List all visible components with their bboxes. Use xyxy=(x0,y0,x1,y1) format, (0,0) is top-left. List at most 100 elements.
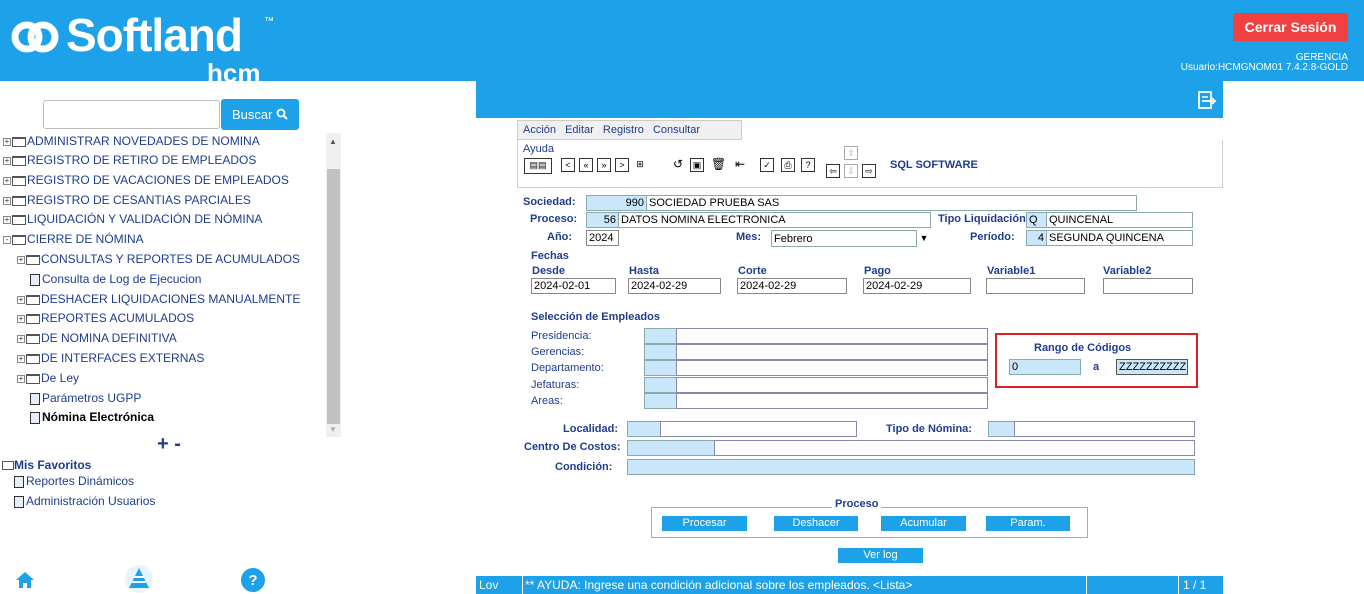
expand-collapse-controls[interactable]: + - xyxy=(157,433,181,456)
prev-icon[interactable]: < xyxy=(561,158,575,172)
expand-icon[interactable]: + xyxy=(17,334,25,343)
nav-left-icon[interactable]: ⇦ xyxy=(826,164,840,178)
query-icon[interactable]: ▤▤ xyxy=(524,158,552,174)
pago-field[interactable]: 2024-02-29 xyxy=(863,278,971,294)
scroll-thumb[interactable] xyxy=(327,169,340,424)
expand-icon[interactable]: + xyxy=(3,215,11,224)
nav-right-icon[interactable]: ⇨ xyxy=(862,164,876,178)
tree-item[interactable]: + ADMINISTRAR NOVEDADES DE NOMINA xyxy=(3,133,260,149)
search-input[interactable] xyxy=(43,100,220,129)
help-icon[interactable]: ? xyxy=(240,567,266,593)
ver-log-button[interactable]: Ver log xyxy=(838,548,923,563)
tree-item[interactable]: + De Ley xyxy=(17,370,79,386)
deshacer-button[interactable]: Deshacer xyxy=(774,516,858,531)
scroll-down-icon[interactable]: ▼ xyxy=(329,425,337,434)
gerencias-label: Gerencias: xyxy=(531,346,585,358)
variable2-field[interactable] xyxy=(1103,278,1193,294)
tree-item[interactable]: + CONSULTAS Y REPORTES DE ACUMULADOS xyxy=(17,251,300,267)
expand-icon[interactable]: + xyxy=(17,295,25,304)
exit-icon[interactable] xyxy=(1197,90,1217,110)
departamento-label: Departamento: xyxy=(531,362,604,374)
tree-item-label: DE NOMINA DEFINITIVA xyxy=(41,331,177,345)
tipo-liquidacion-code-field[interactable]: Q xyxy=(1026,212,1047,228)
tree-scrollbar[interactable]: ▲ ▼ xyxy=(326,133,341,437)
tree-item-label: REGISTRO DE CESANTIAS PARCIALES xyxy=(27,193,251,207)
nav-up-icon[interactable]: ⇧ xyxy=(844,146,858,160)
hasta-field[interactable]: 2024-02-29 xyxy=(628,278,721,294)
delete-icon[interactable]: 🗑 xyxy=(711,158,726,172)
areas-code-field[interactable] xyxy=(644,393,677,409)
rango-from-field[interactable]: 0 xyxy=(1009,359,1081,375)
scroll-up-icon[interactable]: ▲ xyxy=(329,137,337,146)
favorite-item[interactable]: Administración Usuarios xyxy=(14,494,155,508)
rango-to-field[interactable]: ZZZZZZZZZZ xyxy=(1116,359,1188,375)
chevron-down-icon[interactable]: ▼ xyxy=(917,230,931,246)
expand-icon[interactable]: + xyxy=(3,156,11,165)
sociedad-code-field[interactable]: 990 xyxy=(586,195,647,211)
expand-icon[interactable]: + xyxy=(17,354,25,363)
rango-a-label: a xyxy=(1093,361,1100,373)
tree-item[interactable]: + REPORTES ACUMULADOS xyxy=(17,310,194,326)
condicion-field[interactable] xyxy=(627,459,1195,475)
nav-center-icon[interactable]: ⇩ xyxy=(844,164,858,178)
exit-form-icon[interactable]: ⇤ xyxy=(733,158,747,172)
tipo-nomina-code-field[interactable] xyxy=(988,421,1015,437)
departamento-code-field[interactable] xyxy=(644,360,677,376)
expand-icon[interactable]: + xyxy=(3,176,11,185)
desde-field[interactable]: 2024-02-01 xyxy=(531,278,616,294)
expand-icon[interactable]: + xyxy=(3,137,11,146)
expand-icon[interactable]: + xyxy=(3,196,11,205)
expand-icon[interactable]: + xyxy=(17,314,25,323)
app-logo-icon[interactable] xyxy=(124,564,154,594)
param-button[interactable]: Param. xyxy=(986,516,1070,531)
undo-icon[interactable]: ↺ xyxy=(671,158,685,172)
tree-item[interactable]: + REGISTRO DE VACACIONES DE EMPLEADOS xyxy=(3,172,289,188)
centro-costos-code-field[interactable] xyxy=(627,440,715,456)
collapse-icon[interactable]: - xyxy=(3,235,11,244)
proceso-code-field[interactable]: 56 xyxy=(586,212,619,228)
gerencias-code-field[interactable] xyxy=(644,344,677,360)
tree-item[interactable]: + LIQUIDACIÓN Y VALIDACIÓN DE NÓMINA xyxy=(3,211,262,227)
tree-item[interactable]: Consulta de Log de Ejecucion xyxy=(30,271,201,287)
insert-icon[interactable]: ⊞ xyxy=(633,158,647,172)
mes-select[interactable]: Febrero xyxy=(771,230,917,247)
help-small-icon[interactable]: ? xyxy=(801,158,815,172)
menu-consultar[interactable]: Consultar xyxy=(653,124,700,136)
tree-item[interactable]: + DE NOMINA DEFINITIVA xyxy=(17,330,177,346)
acumular-button[interactable]: Acumular xyxy=(881,516,966,531)
localidad-code-field[interactable] xyxy=(627,421,661,437)
periodo-code-field[interactable]: 4 xyxy=(1026,230,1047,246)
variable1-field[interactable] xyxy=(986,278,1085,294)
menu-accion[interactable]: Acción xyxy=(523,124,556,136)
check-icon[interactable]: ✓ xyxy=(760,158,774,172)
search-button[interactable]: Buscar xyxy=(221,99,299,130)
jefaturas-code-field[interactable] xyxy=(644,377,677,393)
logout-button[interactable]: Cerrar Sesión xyxy=(1233,13,1348,41)
first-icon[interactable]: « xyxy=(579,158,593,172)
tree-item[interactable]: Parámetros UGPP xyxy=(30,390,141,406)
next-icon[interactable]: > xyxy=(615,158,629,172)
presidencia-code-field[interactable] xyxy=(644,328,677,344)
tree-item[interactable]: - CIERRE DE NÓMINA xyxy=(3,231,144,247)
favorite-item[interactable]: Reportes Dinámicos xyxy=(14,474,134,488)
procesar-button[interactable]: Procesar xyxy=(662,516,747,531)
folder-open-icon xyxy=(2,461,14,471)
expand-icon[interactable]: + xyxy=(17,374,25,383)
anio-field[interactable]: 2024 xyxy=(586,230,619,246)
print-icon[interactable]: ⎙ xyxy=(781,158,795,172)
menu-editar[interactable]: Editar xyxy=(565,124,594,136)
menu-registro[interactable]: Registro xyxy=(603,124,644,136)
tree-item-selected[interactable]: Nómina Electrónica xyxy=(30,409,154,425)
pago-label: Pago xyxy=(864,265,891,277)
folder-icon xyxy=(26,254,40,265)
corte-field[interactable]: 2024-02-29 xyxy=(737,278,847,294)
tree-item[interactable]: + REGISTRO DE RETIRO DE EMPLEADOS xyxy=(3,152,256,168)
last-icon[interactable]: » xyxy=(597,158,611,172)
tree-item[interactable]: + REGISTRO DE CESANTIAS PARCIALES xyxy=(3,192,251,208)
expand-icon[interactable]: + xyxy=(17,255,25,264)
tree-item[interactable]: + DESHACER LIQUIDACIONES MANUALMENTE xyxy=(17,291,300,307)
folder-icon xyxy=(26,333,40,344)
tree-item[interactable]: + DE INTERFACES EXTERNAS xyxy=(17,350,204,366)
home-icon[interactable] xyxy=(12,567,38,593)
save-icon[interactable]: ▣ xyxy=(690,158,704,172)
